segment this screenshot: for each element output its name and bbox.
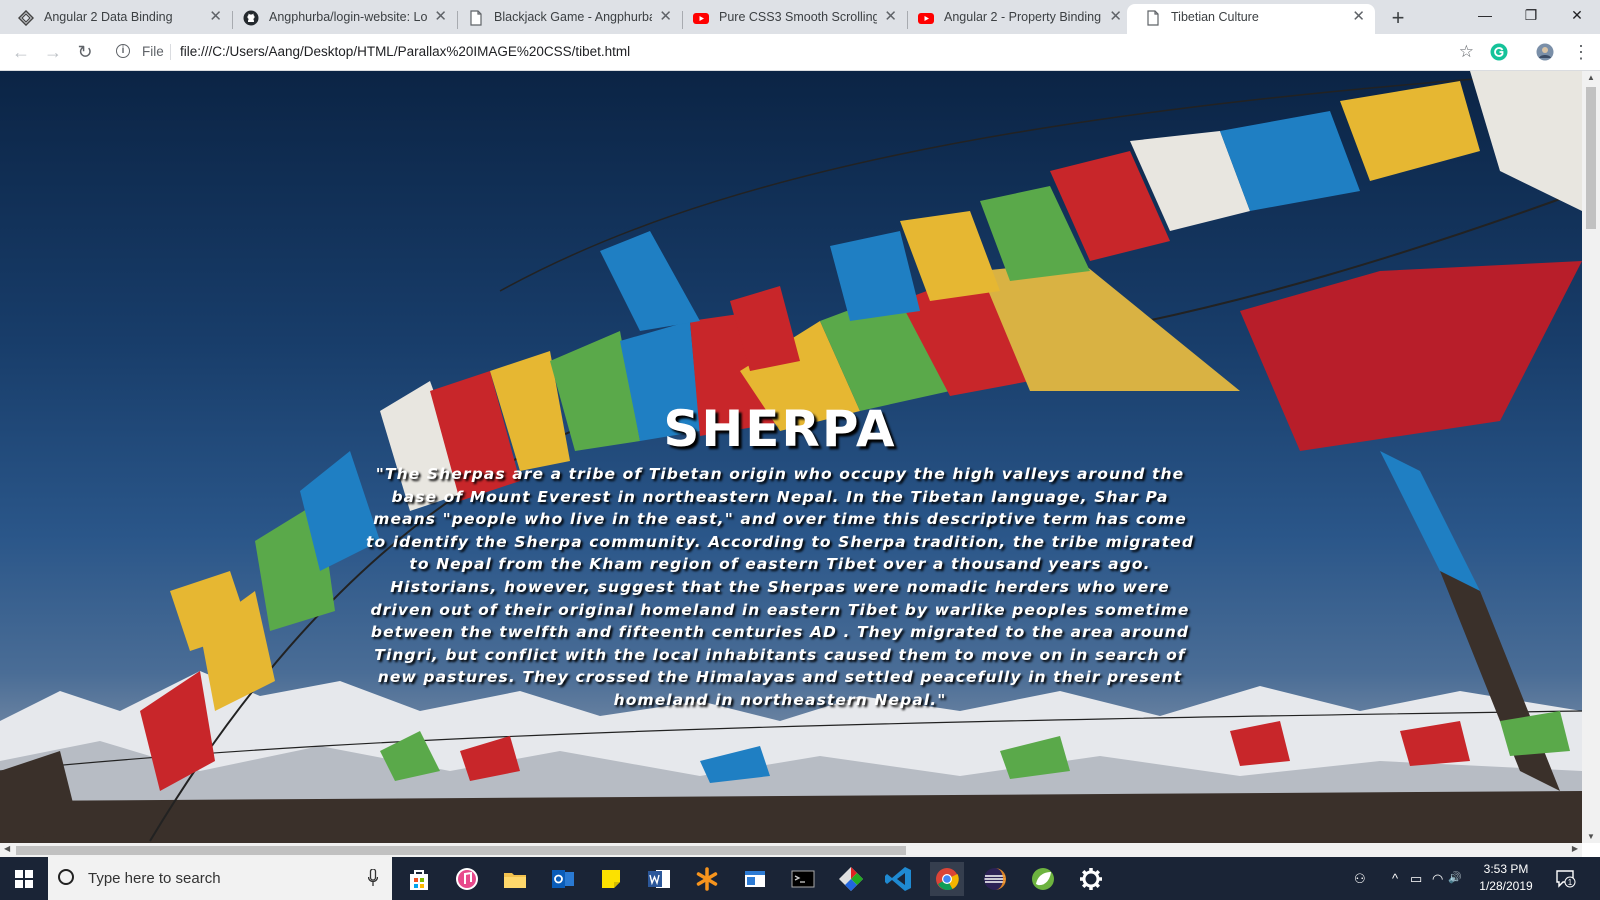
close-icon[interactable]: ✕ — [1352, 4, 1365, 30]
notification-count: 1 — [1568, 878, 1573, 887]
close-icon[interactable]: ✕ — [1109, 4, 1122, 30]
vertical-scrollbar[interactable]: ▲ ▼ — [1582, 71, 1600, 843]
eclipse-icon[interactable] — [978, 862, 1012, 896]
angular-icon — [18, 10, 34, 26]
action-center-notification-icon[interactable]: 1 — [1554, 867, 1576, 889]
hero-quote: "The Sherpas are a tribe of Tibetan orig… — [365, 465, 1195, 709]
itunes-icon[interactable] — [450, 862, 484, 896]
close-window-button[interactable]: ✕ — [1554, 0, 1600, 30]
chrome-menu-icon[interactable]: ⋮ — [1572, 40, 1590, 64]
scroll-left-arrow-icon[interactable]: ◀ — [4, 844, 10, 853]
tab-title: Angular 2 - Property Binding - — [944, 10, 1102, 24]
scroll-up-arrow-icon[interactable]: ▲ — [1587, 73, 1595, 82]
clock-time: 3:53 PM — [1483, 862, 1529, 876]
github-icon — [243, 10, 259, 26]
profile-avatar-icon[interactable] — [1536, 43, 1554, 61]
outlook-icon[interactable] — [546, 862, 580, 896]
vertical-scroll-thumb[interactable] — [1586, 87, 1596, 229]
file-explorer-icon[interactable] — [498, 862, 532, 896]
new-tab-button[interactable]: + — [1384, 6, 1412, 30]
grammarly-icon[interactable] — [1490, 43, 1508, 61]
youtube-icon — [693, 13, 709, 24]
tab-angular-property-binding[interactable]: Angular 2 - Property Binding - ✕ — [900, 4, 1132, 34]
bookmark-star-icon[interactable]: ☆ — [1459, 38, 1474, 66]
tab-tibetian-culture[interactable]: Tibetian Culture ✕ — [1127, 4, 1375, 34]
horizontal-scroll-thumb[interactable] — [16, 846, 906, 855]
sticky-notes-icon[interactable] — [594, 862, 628, 896]
url-text[interactable]: file:///C:/Users/Aang/Desktop/HTML/Paral… — [180, 38, 630, 66]
volume-icon[interactable]: 🔊 — [1448, 857, 1462, 900]
hero-text-block: SHERPA "The Sherpas are a tribe of Tibet… — [360, 401, 1200, 712]
taskbar-clock[interactable]: 3:53 PM 1/28/2019 — [1464, 861, 1548, 895]
cortana-search-icon — [58, 869, 74, 885]
tab-title: Blackjack Game - Angphurba S — [494, 10, 652, 24]
people-icon[interactable]: ⚇ — [1354, 857, 1366, 900]
battery-icon[interactable]: ▭ — [1410, 857, 1422, 900]
hero-title: SHERPA — [663, 400, 897, 458]
close-icon[interactable]: ✕ — [659, 4, 672, 30]
forward-button[interactable]: → — [40, 39, 66, 65]
git-icon[interactable] — [834, 862, 868, 896]
spring-tool-icon[interactable] — [1026, 862, 1060, 896]
tab-title: Tibetian Culture — [1171, 10, 1259, 24]
clock-date: 1/28/2019 — [1479, 879, 1533, 893]
store-icon[interactable] — [402, 862, 436, 896]
page-icon — [1147, 10, 1159, 26]
taskbar-search-box[interactable]: Type here to search — [48, 857, 392, 900]
page-icon — [470, 10, 482, 26]
back-button[interactable]: ← — [8, 39, 34, 65]
tab-title: Angphurba/login-website: Log — [269, 10, 427, 24]
page-hero-background: SHERPA "The Sherpas are a tribe of Tibet… — [0, 71, 1582, 843]
minimize-button[interactable]: — — [1462, 0, 1508, 30]
tab-blackjack-game[interactable]: Blackjack Game - Angphurba S ✕ — [450, 4, 682, 34]
scroll-down-arrow-icon[interactable]: ▼ — [1587, 832, 1595, 841]
scheme-label: File — [142, 44, 164, 59]
browser-toolbar: ← → ↻ i File file:///C:/Users/Aang/Deskt… — [0, 34, 1600, 71]
wifi-icon[interactable]: ◠ — [1432, 857, 1443, 900]
close-icon[interactable]: ✕ — [209, 4, 222, 30]
windows-taskbar: Type here to search ⚇ ^ ▭ ◠ 🔊 3:53 PM 1/… — [0, 857, 1600, 900]
info-icon[interactable]: i — [116, 44, 130, 58]
tab-title: Angular 2 Data Binding — [44, 10, 173, 24]
settings-icon[interactable] — [1074, 862, 1108, 896]
window-app-icon[interactable] — [738, 862, 772, 896]
tab-angular-data-binding[interactable]: Angular 2 Data Binding ✕ — [0, 4, 232, 34]
youtube-icon — [918, 13, 934, 24]
address-bar[interactable]: i File file:///C:/Users/Aang/Desktop/HTM… — [108, 38, 1480, 66]
terminal-icon[interactable] — [786, 862, 820, 896]
browser-tab-strip: Angular 2 Data Binding ✕ Angphurba/login… — [0, 0, 1600, 34]
vscode-icon[interactable] — [882, 862, 916, 896]
windows-start-icon[interactable] — [0, 857, 48, 900]
tab-login-website[interactable]: Angphurba/login-website: Log ✕ — [225, 4, 457, 34]
reload-button[interactable]: ↻ — [72, 39, 98, 65]
chrome-icon[interactable] — [930, 862, 964, 896]
show-hidden-icons-chevron-icon[interactable]: ^ — [1392, 857, 1398, 900]
microphone-icon[interactable] — [368, 869, 378, 887]
restore-button[interactable]: ❐ — [1508, 0, 1554, 30]
tab-title: Pure CSS3 Smooth Scrolling To — [719, 10, 877, 24]
horizontal-scrollbar[interactable]: ◀ ▶ — [0, 843, 1582, 857]
search-placeholder: Type here to search — [88, 870, 221, 887]
close-icon[interactable]: ✕ — [884, 4, 897, 30]
scheme-separator — [170, 44, 171, 60]
close-icon[interactable]: ✕ — [434, 4, 447, 30]
word-icon[interactable] — [642, 862, 676, 896]
scroll-right-arrow-icon[interactable]: ▶ — [1572, 844, 1578, 853]
asterisk-app-icon[interactable] — [690, 862, 724, 896]
tab-css3-smooth-scrolling[interactable]: Pure CSS3 Smooth Scrolling To ✕ — [675, 4, 907, 34]
